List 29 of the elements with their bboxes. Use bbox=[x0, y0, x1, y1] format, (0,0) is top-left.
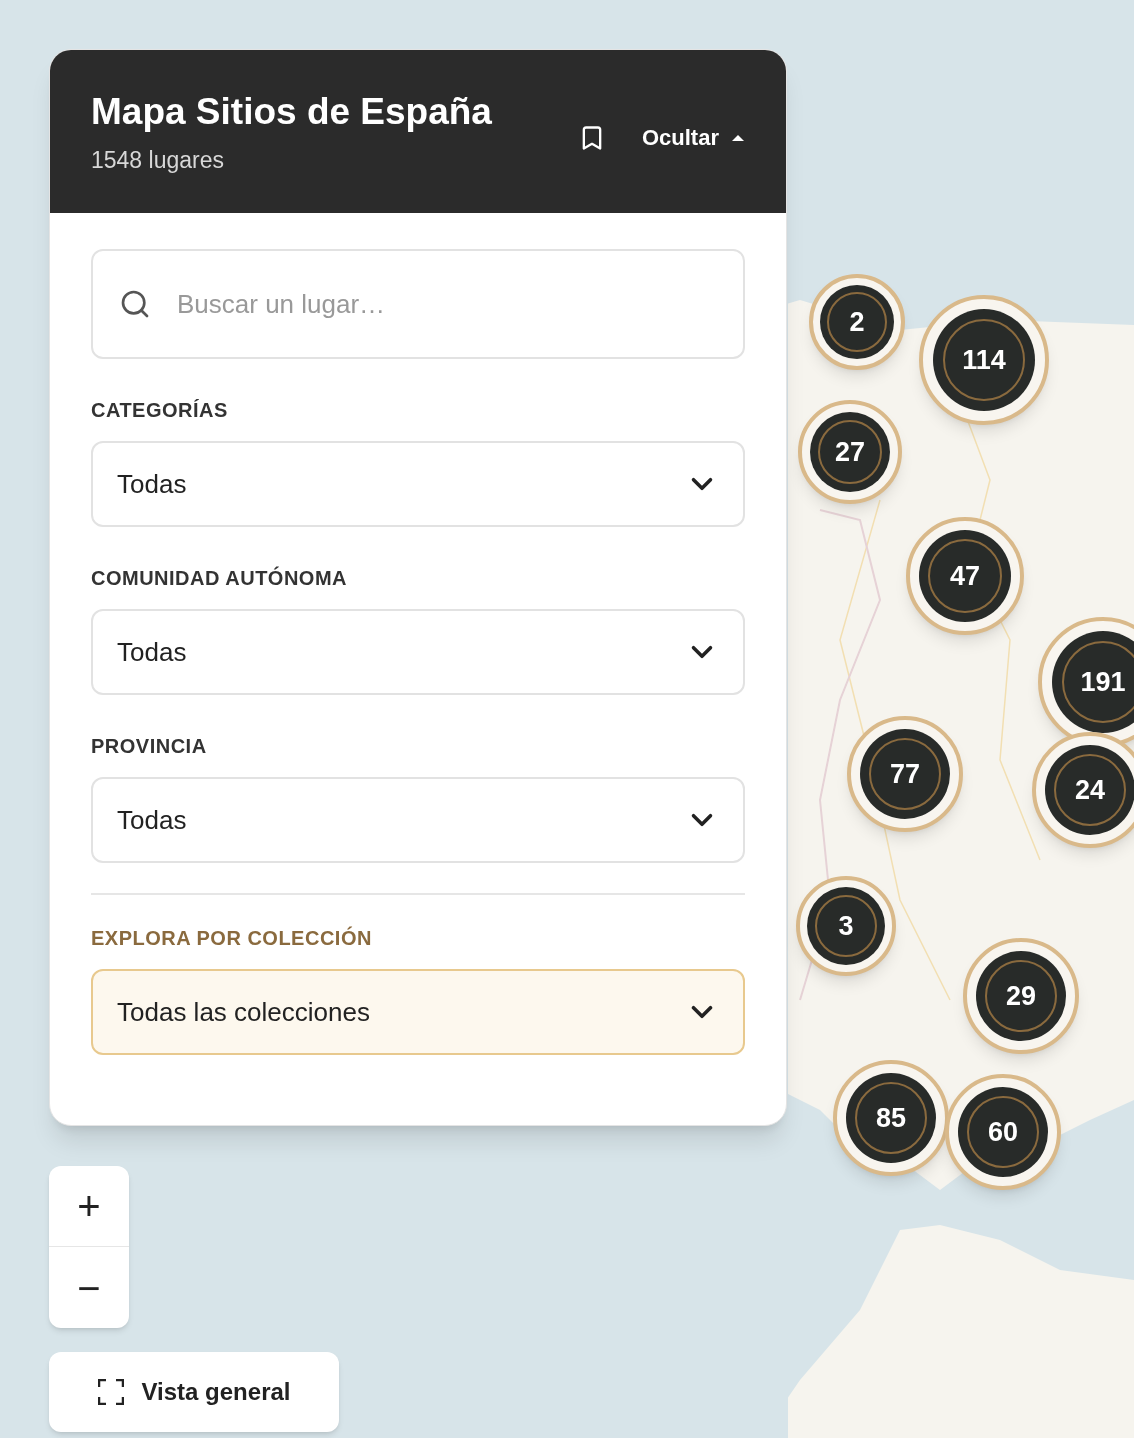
hide-button[interactable]: Ocultar bbox=[641, 121, 745, 154]
place-count: 1548 lugares bbox=[91, 146, 225, 176]
cluster-count: 60 bbox=[987, 1115, 1018, 1149]
filter-dropdown[interactable]: Todas bbox=[91, 609, 745, 695]
zoom-out-button[interactable]: − bbox=[49, 1247, 129, 1328]
search-field[interactable]: Buscar un lugar… bbox=[91, 249, 745, 359]
filter-label: PROVINCIA bbox=[91, 734, 208, 759]
cluster-count: 47 bbox=[949, 559, 980, 593]
panel-title: Mapa Sitios de España bbox=[91, 90, 492, 135]
overview-button[interactable]: Vista general bbox=[49, 1352, 339, 1432]
fullscreen-icon bbox=[97, 1379, 124, 1405]
cluster-count: 85 bbox=[875, 1101, 906, 1135]
cluster-marker[interactable]: 2 bbox=[809, 274, 905, 370]
filter-label: COMUNIDAD AUTÓNOMA bbox=[91, 565, 348, 591]
search-icon bbox=[119, 288, 151, 320]
filter-dropdown[interactable]: Todas las colecciones bbox=[91, 969, 745, 1055]
filter-label: CATEGORÍAS bbox=[91, 398, 229, 423]
cluster-count: 114 bbox=[962, 343, 1006, 377]
cluster-count: 3 bbox=[838, 909, 854, 943]
filter-dropdown[interactable]: Todas bbox=[91, 777, 745, 863]
cluster-count: 29 bbox=[1005, 979, 1036, 1013]
filter-dropdown[interactable]: Todas bbox=[91, 441, 745, 527]
zoom-in-button[interactable]: + bbox=[49, 1166, 129, 1247]
cluster-count: 2 bbox=[849, 305, 865, 339]
cluster-count: 27 bbox=[834, 435, 865, 469]
filter-label: EXPLORA POR COLECCIÓN bbox=[91, 925, 373, 951]
cluster-count: 77 bbox=[889, 757, 920, 791]
cluster-count: 24 bbox=[1074, 773, 1105, 807]
cluster-count: 191 bbox=[1080, 665, 1126, 699]
